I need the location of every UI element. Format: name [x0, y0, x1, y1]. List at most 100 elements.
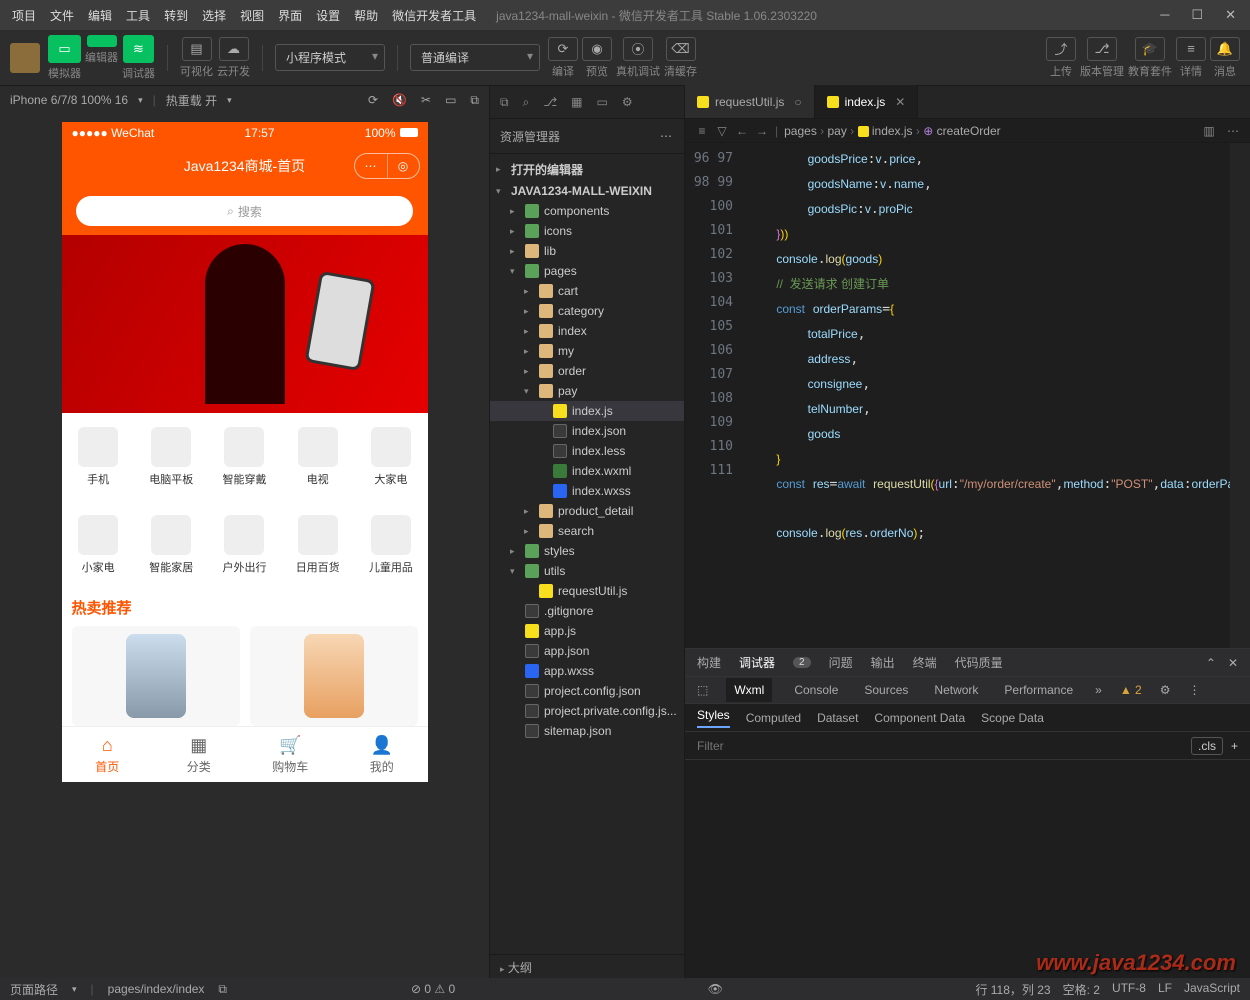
more-icon[interactable]: ⋯: [355, 154, 387, 178]
devtools-tab[interactable]: 代码质量: [955, 654, 1003, 671]
category-item[interactable]: 智能穿戴: [208, 421, 281, 493]
file-item[interactable]: sitemap.json: [490, 721, 684, 741]
menu-item[interactable]: 视图: [234, 3, 270, 28]
devtools-tab[interactable]: Network: [930, 678, 982, 702]
tab-item[interactable]: ▦分类: [153, 727, 245, 782]
file-item[interactable]: app.wxss: [490, 661, 684, 681]
popout-icon[interactable]: ⧉: [470, 93, 479, 108]
folder-item[interactable]: ▸index: [490, 321, 684, 341]
avatar[interactable]: [10, 43, 40, 73]
folder-item[interactable]: ▸my: [490, 341, 684, 361]
devtools-subtab[interactable]: Scope Data: [981, 711, 1044, 725]
warning-badge[interactable]: ▲ 2: [1120, 683, 1142, 697]
category-item[interactable]: 智能家居: [135, 509, 208, 581]
phone-simulator[interactable]: ●●●●● WeChat 17:57 100% Java1234商城-首页 ⋯◎…: [62, 122, 428, 782]
devtools-subtab[interactable]: Component Data: [874, 711, 965, 725]
eye-icon[interactable]: 👁: [708, 982, 723, 996]
toolbar-button[interactable]: ☁云开发: [217, 37, 250, 79]
menu-item[interactable]: 编辑: [82, 3, 118, 28]
tab-item[interactable]: 👤我的: [336, 727, 428, 782]
toolbar-button[interactable]: 编辑器: [85, 35, 118, 81]
toolbar-button[interactable]: ≋调试器: [122, 35, 155, 81]
gear-icon[interactable]: ⚙: [1160, 683, 1171, 697]
category-item[interactable]: 小家电: [62, 509, 135, 581]
code-editor[interactable]: 96 97 98 99 100 101 102 103 104 105 106 …: [685, 143, 1250, 648]
more-icon[interactable]: ⋯: [1226, 124, 1240, 138]
folder-item[interactable]: ▸category: [490, 301, 684, 321]
folder-item[interactable]: ▾utils: [490, 561, 684, 581]
device-icon[interactable]: ▭: [445, 93, 456, 108]
file-item[interactable]: index.json: [490, 421, 684, 441]
menu-item[interactable]: 转到: [158, 3, 194, 28]
file-item[interactable]: index.js: [490, 401, 684, 421]
category-item[interactable]: 户外出行: [208, 509, 281, 581]
devtools-tab[interactable]: 问题: [829, 654, 853, 671]
file-item[interactable]: .gitignore: [490, 601, 684, 621]
maximize-icon[interactable]: ☐: [1191, 7, 1203, 23]
split-icon[interactable]: ▥: [1202, 124, 1216, 138]
category-item[interactable]: 大家电: [354, 421, 427, 493]
file-item[interactable]: app.json: [490, 641, 684, 661]
menu-item[interactable]: 文件: [44, 3, 80, 28]
menu-item[interactable]: 界面: [272, 3, 308, 28]
compile-dropdown[interactable]: 普通编译: [410, 44, 540, 71]
devtools-subtab[interactable]: Dataset: [817, 711, 858, 725]
folder-item[interactable]: ▸cart: [490, 281, 684, 301]
tab-item[interactable]: 🛒购物车: [245, 727, 337, 782]
file-item[interactable]: app.js: [490, 621, 684, 641]
status-item[interactable]: LF: [1158, 981, 1172, 998]
toolbar-button[interactable]: ▭模拟器: [48, 35, 81, 81]
product-card[interactable]: [72, 626, 240, 726]
ext-icon[interactable]: ▦: [571, 95, 582, 109]
device-selector[interactable]: iPhone 6/7/8 100% 16: [10, 93, 128, 107]
devtools-tab[interactable]: 构建: [697, 654, 721, 671]
more-icon[interactable]: ⋯: [660, 129, 674, 143]
devtools-tab[interactable]: 输出: [871, 654, 895, 671]
refresh-icon[interactable]: ⟳: [368, 93, 378, 108]
menu-item[interactable]: 帮助: [348, 3, 384, 28]
folder-item[interactable]: ▾pages: [490, 261, 684, 281]
devtools-tab[interactable]: 终端: [913, 654, 937, 671]
list-icon[interactable]: ≡: [695, 124, 709, 138]
plug-icon[interactable]: ⚙: [622, 95, 633, 109]
toolbar-button[interactable]: ◉预览: [582, 37, 612, 79]
menu-item[interactable]: 选择: [196, 3, 232, 28]
devtools-subtab[interactable]: Computed: [746, 711, 801, 725]
open-editors-section[interactable]: ▸打开的编辑器: [490, 158, 684, 181]
toolbar-button[interactable]: ▤可视化: [180, 37, 213, 79]
folder-item[interactable]: ▸components: [490, 201, 684, 221]
more-icon[interactable]: ⋮: [1188, 683, 1200, 697]
menu-item[interactable]: 项目: [6, 3, 42, 28]
more-icon[interactable]: »: [1095, 683, 1102, 697]
capsule-buttons[interactable]: ⋯◎: [354, 153, 420, 179]
category-item[interactable]: 手机: [62, 421, 135, 493]
toolbar-button[interactable]: 🔔消息: [1210, 37, 1240, 79]
toolbar-button[interactable]: ⌫清缓存: [664, 37, 697, 79]
toolbar-button[interactable]: ⟳编译: [548, 37, 578, 79]
cut-icon[interactable]: ✂: [421, 93, 431, 108]
tab-item[interactable]: ⌂首页: [62, 727, 154, 782]
box-icon[interactable]: ▭: [596, 95, 607, 109]
menu-item[interactable]: 设置: [310, 3, 346, 28]
page-path-label[interactable]: 页面路径: [10, 981, 58, 998]
minimize-icon[interactable]: ─: [1160, 7, 1169, 23]
category-item[interactable]: 电视: [281, 421, 354, 493]
product-card[interactable]: [250, 626, 418, 726]
target-icon[interactable]: ◎: [387, 154, 419, 178]
folder-item[interactable]: ▾pay: [490, 381, 684, 401]
toolbar-button[interactable]: ⎇版本管理: [1080, 37, 1124, 79]
folder-item[interactable]: ▸icons: [490, 221, 684, 241]
problems-count[interactable]: ⊘ 0 ⚠ 0: [411, 982, 455, 996]
status-item[interactable]: UTF-8: [1112, 981, 1146, 998]
file-item[interactable]: project.config.json: [490, 681, 684, 701]
inspect-icon[interactable]: ⬚: [697, 683, 708, 697]
devtools-tab[interactable]: 调试器: [739, 654, 775, 671]
hot-reload[interactable]: 热重载 开: [166, 92, 217, 109]
chevron-up-icon[interactable]: ⌃: [1206, 656, 1216, 670]
devtools-tab[interactable]: Wxml: [726, 678, 772, 702]
menu-item[interactable]: 微信开发者工具: [386, 3, 482, 28]
file-item[interactable]: requestUtil.js: [490, 581, 684, 601]
minimap[interactable]: [1230, 143, 1250, 648]
mute-icon[interactable]: 🔇: [392, 93, 407, 108]
copy-icon[interactable]: ⧉: [218, 982, 227, 997]
